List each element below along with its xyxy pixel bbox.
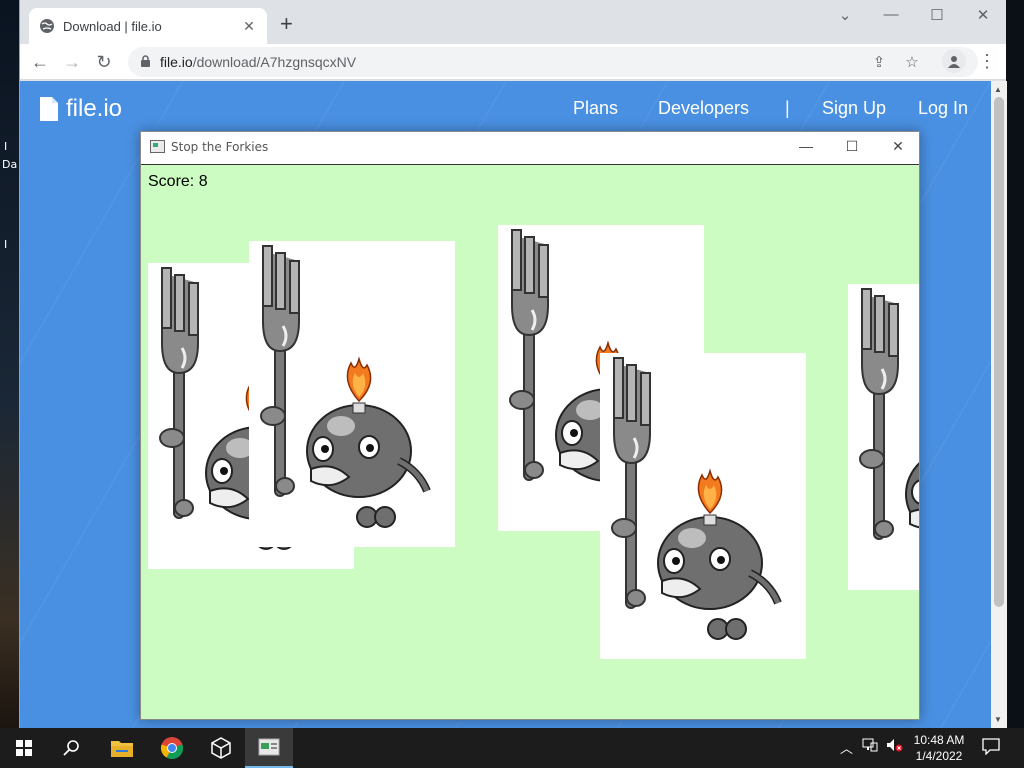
nav-plans[interactable]: Plans xyxy=(573,98,618,119)
close-window-button[interactable]: ✕ xyxy=(960,6,1006,24)
menu-icon[interactable]: ⋮ xyxy=(978,50,996,72)
3d-viewer-icon[interactable] xyxy=(197,728,245,768)
address-bar[interactable]: file.io/download/A7hzgnsqcxNV ⇪ ☆ xyxy=(128,47,978,77)
desktop-background: I Da I xyxy=(0,0,20,728)
maximize-button[interactable]: ☐ xyxy=(829,138,875,155)
system-clock[interactable]: 10:48 AM 1/4/2022 xyxy=(906,732,972,764)
scroll-up-icon[interactable]: ▲ xyxy=(994,85,1002,94)
notification-icon[interactable] xyxy=(982,737,1000,758)
scroll-down-icon[interactable]: ▼ xyxy=(994,715,1002,724)
scrollbar-thumb[interactable] xyxy=(994,97,1004,607)
url-host: file.io xyxy=(160,54,193,70)
brand-name: file.io xyxy=(66,95,123,122)
tab-strip: Download | file.io ✕ + ⌄ — ☐ ✕ xyxy=(20,0,1006,44)
forky-bomb-sprite xyxy=(260,245,431,528)
page-scrollbar[interactable]: ▲ ▼ xyxy=(991,81,1007,728)
new-tab-button[interactable]: + xyxy=(280,13,293,35)
tab-title: Download | file.io xyxy=(63,18,162,34)
app-window-icon[interactable] xyxy=(245,728,293,768)
profile-icon[interactable] xyxy=(942,49,966,73)
start-icon[interactable] xyxy=(0,728,48,768)
globe-icon xyxy=(40,19,54,33)
chevron-up-icon[interactable]: ︿ xyxy=(840,738,853,757)
forky-bomb-sprite xyxy=(611,357,782,640)
app-icon xyxy=(150,140,165,153)
maximize-button[interactable]: ☐ xyxy=(914,6,960,24)
game-title: Stop the Forkies xyxy=(171,140,269,154)
network-icon[interactable] xyxy=(862,738,878,755)
reload-icon[interactable]: ↻ xyxy=(92,50,116,74)
browser-toolbar: ← → ↻ file.io/download/A7hzgnsqcxNV ⇪ ☆ … xyxy=(20,44,1006,80)
close-icon[interactable]: ✕ xyxy=(241,18,257,35)
desktop-label: Da xyxy=(2,158,18,171)
nav-sign-up[interactable]: Sign Up xyxy=(822,98,886,119)
nav-divider: | xyxy=(785,98,790,118)
game-canvas[interactable]: Score: 8 xyxy=(141,164,919,719)
close-button[interactable]: ✕ xyxy=(875,138,921,155)
score-label: Score: 8 xyxy=(148,173,208,190)
minimize-button[interactable]: — xyxy=(868,6,914,23)
share-icon[interactable]: ⇪ xyxy=(870,53,888,71)
lock-icon xyxy=(141,55,150,67)
forky-sprite[interactable] xyxy=(249,241,455,547)
file-icon xyxy=(40,97,58,121)
clock-date: 1/4/2022 xyxy=(915,749,963,763)
nav-developers[interactable]: Developers xyxy=(658,98,749,119)
back-icon[interactable]: ← xyxy=(28,50,52,74)
star-icon[interactable]: ☆ xyxy=(903,53,921,71)
forward-icon[interactable]: → xyxy=(60,50,84,74)
brand-logo[interactable]: file.io xyxy=(40,95,122,123)
url-text: file.io/download/A7hzgnsqcxNV xyxy=(160,54,356,70)
chrome-icon[interactable] xyxy=(148,728,196,768)
file-explorer-icon[interactable] xyxy=(98,728,146,768)
desktop-label: I xyxy=(4,140,8,153)
search-icon[interactable] xyxy=(48,728,96,768)
url-path: /download/A7hzgnsqcxNV xyxy=(192,54,357,70)
browser-tab[interactable]: Download | file.io ✕ xyxy=(29,8,267,44)
nav-log-in[interactable]: Log In xyxy=(918,98,968,119)
minimize-button[interactable]: — xyxy=(783,138,829,154)
chevron-down-icon[interactable]: ⌄ xyxy=(822,6,868,24)
desktop-label: I xyxy=(4,238,8,251)
game-window: Stop the Forkies — ☐ ✕ Score: 8 xyxy=(140,131,920,720)
taskbar: ︿ 10:48 AM 1/4/2022 xyxy=(0,728,1024,768)
volume-muted-icon[interactable] xyxy=(886,738,904,755)
forky-sprite[interactable] xyxy=(600,353,806,659)
game-titlebar[interactable]: Stop the Forkies — ☐ ✕ xyxy=(141,132,919,164)
forky-bomb-sprite xyxy=(859,288,919,540)
clock-time: 10:48 AM xyxy=(913,733,965,747)
forky-sprite[interactable] xyxy=(848,284,919,590)
